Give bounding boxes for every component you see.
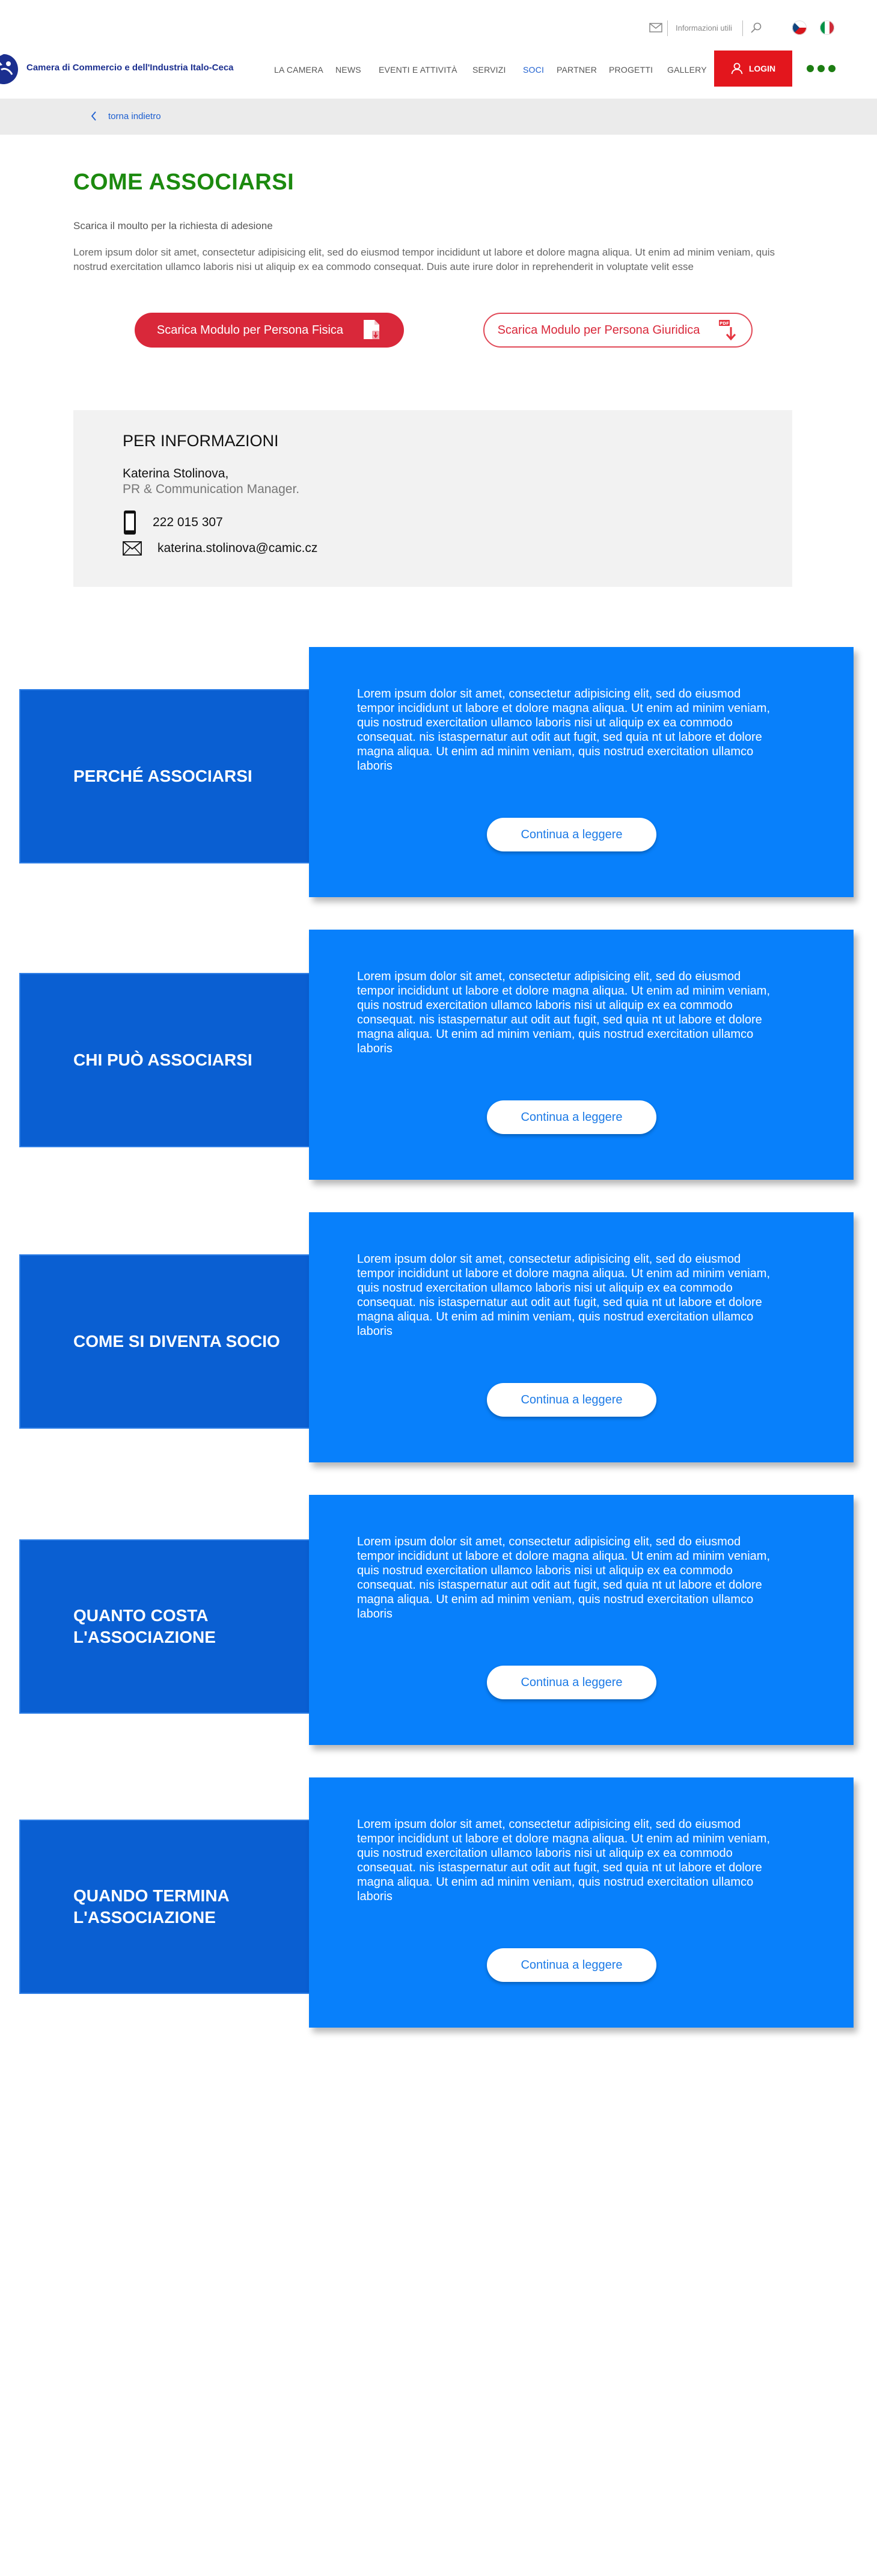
section-chi-puo-associarsi: CHI PUÒ ASSOCIARSI Lorem ipsum dolor sit… — [0, 930, 877, 1182]
section-label: PERCHÉ ASSOCIARSI — [19, 689, 310, 863]
section-card: Lorem ipsum dolor sit amet, consectetur … — [309, 1495, 854, 1745]
nav-news[interactable]: NEWS — [335, 65, 361, 75]
breadcrumb: torna indietro — [0, 99, 877, 135]
section-text: Lorem ipsum dolor sit amet, consectetur … — [357, 687, 771, 773]
nav-eventi[interactable]: EVENTI E ATTIVITÀ — [379, 65, 457, 75]
section-label: QUANTO COSTA L'ASSOCIAZIONE — [19, 1539, 310, 1714]
divider — [742, 20, 743, 36]
section-text: Lorem ipsum dolor sit amet, consectetur … — [357, 1818, 771, 1903]
section-come-si-diventa-socio: COME SI DIVENTA SOCIO Lorem ipsum dolor … — [0, 1212, 877, 1465]
utility-bar: Informazioni utili — [0, 18, 877, 42]
continue-reading-button[interactable]: Continua a leggere — [487, 1948, 656, 1982]
logo-icon[interactable] — [0, 52, 19, 87]
nav-partner[interactable]: PARTNER — [557, 65, 597, 75]
more-menu-icon[interactable] — [807, 65, 836, 72]
section-quando-termina: QUANDO TERMINA L'ASSOCIAZIONE Lorem ipsu… — [0, 1777, 877, 2030]
flag-it-icon[interactable] — [820, 20, 834, 35]
user-icon — [731, 63, 743, 75]
org-name[interactable]: Camera di Commercio e dell'Industria Ita… — [26, 63, 234, 73]
contact-email: katerina.stolinova@camic.cz — [157, 541, 318, 555]
intro-subtitle: Scarica il moulto per la richiesta di ad… — [73, 220, 273, 232]
continue-reading-button[interactable]: Continua a leggere — [487, 1666, 656, 1699]
contact-title: PER INFORMAZIONI — [123, 432, 279, 450]
section-label: COME SI DIVENTA SOCIO — [19, 1254, 310, 1429]
section-text: Lorem ipsum dolor sit amet, consectetur … — [357, 1253, 771, 1338]
back-label: torna indietro — [108, 111, 161, 121]
continue-reading-button[interactable]: Continua a leggere — [487, 1383, 656, 1417]
divider — [667, 20, 668, 36]
back-link[interactable]: torna indietro — [90, 111, 161, 121]
contact-phone-row[interactable]: 222 015 307 — [123, 510, 223, 535]
continue-reading-button[interactable]: Continua a leggere — [487, 1100, 656, 1134]
nav-la-camera[interactable]: LA CAMERA — [274, 65, 323, 75]
login-button[interactable]: LOGIN — [714, 51, 792, 87]
download-giuridica-button[interactable]: Scarica Modulo per Persona Giuridica PDF — [483, 313, 753, 348]
site-header: Camera di Commercio e dell'Industria Ita… — [0, 48, 877, 91]
section-perche-associarsi: PERCHÉ ASSOCIARSI Lorem ipsum dolor sit … — [0, 647, 877, 900]
contact-phone: 222 015 307 — [153, 515, 223, 529]
flag-cz-icon[interactable] — [792, 20, 807, 35]
search-icon[interactable] — [750, 22, 762, 34]
svg-text:PDF: PDF — [720, 321, 730, 326]
mail-icon — [123, 541, 142, 556]
page-title: COME ASSOCIARSI — [73, 170, 295, 195]
section-card: Lorem ipsum dolor sit amet, consectetur … — [309, 930, 854, 1180]
nav-progetti[interactable]: PROGETTI — [609, 65, 653, 75]
chevron-left-icon — [91, 111, 96, 121]
phone-icon — [124, 511, 136, 535]
contact-box: PER INFORMAZIONI Katerina Stolinova, PR … — [73, 410, 792, 587]
section-label: CHI PUÒ ASSOCIARSI — [19, 973, 310, 1147]
download-fisica-label: Scarica Modulo per Persona Fisica — [156, 323, 344, 337]
contact-email-row[interactable]: katerina.stolinova@camic.cz — [123, 541, 317, 556]
nav-servizi[interactable]: SERVIZI — [472, 65, 506, 75]
continue-reading-button[interactable]: Continua a leggere — [487, 818, 656, 851]
intro-body: Lorem ipsum dolor sit amet, consectetur … — [73, 247, 775, 272]
section-card: Lorem ipsum dolor sit amet, consectetur … — [309, 1212, 854, 1462]
section-label: QUANDO TERMINA L'ASSOCIAZIONE — [19, 1820, 310, 1994]
section-card: Lorem ipsum dolor sit amet, consectetur … — [309, 647, 854, 897]
section-text: Lorem ipsum dolor sit amet, consectetur … — [357, 1535, 771, 1621]
document-download-icon — [364, 320, 380, 339]
contact-name: Katerina Stolinova, — [123, 467, 229, 480]
download-fisica-button[interactable]: Scarica Modulo per Persona Fisica — [135, 313, 404, 348]
nav-soci[interactable]: SOCI — [523, 65, 544, 75]
pdf-download-icon: PDF — [719, 320, 736, 341]
section-text: Lorem ipsum dolor sit amet, consectetur … — [357, 970, 771, 1055]
mail-icon[interactable] — [649, 23, 662, 32]
contact-role: PR & Communication Manager. — [123, 482, 300, 496]
login-label: LOGIN — [748, 64, 776, 73]
download-giuridica-label: Scarica Modulo per Persona Giuridica — [497, 323, 700, 337]
nav-gallery[interactable]: GALLERY — [667, 65, 707, 75]
section-quanto-costa: QUANTO COSTA L'ASSOCIAZIONE Lorem ipsum … — [0, 1495, 877, 1747]
section-card: Lorem ipsum dolor sit amet, consectetur … — [309, 1777, 854, 2028]
useful-info-link[interactable]: Informazioni utili — [676, 23, 732, 32]
